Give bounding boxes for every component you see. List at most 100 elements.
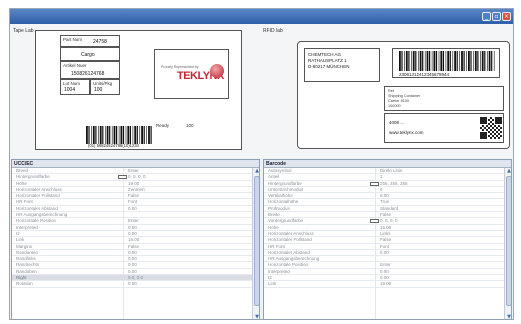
property-name: Vordergrundfarbe (268, 218, 304, 224)
property-value[interactable]: False (128, 244, 139, 250)
property-value[interactable]: 0.00 (128, 206, 137, 212)
title-bar[interactable]: _ ▫ × (10, 9, 513, 24)
scroll-up-icon[interactable]: ▲ (254, 168, 259, 174)
property-value[interactable]: 15.00 (380, 225, 391, 231)
color-swatch-icon[interactable] (370, 219, 379, 224)
property-name: Right (16, 275, 27, 281)
property-value[interactable]: Links (380, 231, 391, 237)
shipping-info-box[interactable]: Ref Shipping Container Carrier 8100 1000… (384, 86, 504, 111)
shipping-label-right[interactable]: CHEMTECH AG RATHAUSPLATZ 1 D-80217 MÜNCH… (297, 41, 510, 149)
address-block[interactable]: CHEMTECH AG RATHAUSPLATZ 1 D-80217 MÜNCH… (304, 48, 380, 82)
property-name: Vertikalhöhe (268, 193, 293, 199)
minimize-button[interactable]: _ (482, 12, 491, 21)
ready-value: 100 (186, 123, 194, 128)
property-name: Horizontaler Abstand (268, 249, 310, 255)
property-value[interactable]: 0.00 (380, 269, 389, 275)
property-name: Horizontale Position (268, 262, 309, 268)
scroll-up-icon[interactable]: ▲ (506, 168, 511, 174)
cargo-field[interactable]: Cargo (60, 47, 120, 61)
globe-logo-icon (210, 64, 224, 78)
barcode-left-text: (01) 56824524786(10)1234 (88, 143, 139, 148)
scroll-down-icon[interactable]: ▼ (506, 314, 511, 319)
property-value[interactable]: Enter (128, 168, 139, 174)
property-value[interactable]: 0.00 (128, 256, 137, 262)
property-value[interactable]: False (380, 237, 391, 243)
property-name: Horizontaler Füllstand (16, 193, 60, 199)
property-name: Horizontalhöhe (268, 199, 299, 205)
property-row[interactable]: Rotation 0.00 (12, 281, 252, 288)
close-button[interactable]: × (502, 12, 511, 21)
color-swatch-icon[interactable] (370, 181, 379, 186)
property-name: Link (16, 237, 25, 243)
property-name: Randrechts (16, 262, 40, 268)
property-value[interactable]: 8.00 (380, 193, 389, 199)
properties-panel-right[interactable]: Barcode Autosymbol Direkt Linie Anteil 1 Hin… (263, 159, 512, 320)
property-value[interactable]: 0.00 (128, 262, 137, 268)
property-value[interactable]: False (128, 193, 139, 199)
property-name: Randoben (16, 268, 37, 274)
right-scroll-thumb[interactable] (506, 176, 511, 306)
barcode-right-box[interactable]: 23061312412345678944 (392, 48, 500, 78)
property-name: Rotation (16, 281, 33, 287)
property-name: Breed (16, 168, 29, 173)
property-name: Höhe (268, 224, 279, 230)
property-value[interactable]: Enter (128, 218, 139, 224)
property-name: Interpreted (16, 224, 38, 230)
address-line-3: D-80217 MÜNCHEN (308, 64, 350, 69)
property-name: I2 (16, 230, 20, 236)
property-value[interactable]: 18.00 (380, 281, 391, 287)
qr-info-box[interactable]: 4008 ... www.teklynx.com (384, 113, 504, 143)
property-name: Horizontale Position (16, 218, 57, 224)
property-value[interactable]: 19.00 (128, 181, 139, 187)
color-swatch-icon[interactable] (118, 175, 127, 180)
shipping-label-left[interactable]: Part Num 24758 Cargo Artikel Nuer 150826… (35, 30, 242, 150)
left-scroll-thumb[interactable] (254, 176, 259, 306)
property-value[interactable]: Direkt Linie (380, 168, 403, 174)
property-name: Horizontaler Anschluss (16, 186, 62, 192)
property-value[interactable]: 0.00 (128, 250, 137, 256)
property-name: Horizontaler Füllstand (268, 237, 312, 243)
property-name: HR Font (16, 199, 33, 205)
lot-num-field[interactable]: Lot Num 1004 (60, 79, 90, 95)
property-value[interactable]: 0.00 (128, 281, 137, 287)
property-value[interactable]: 255, 255, 255 (380, 181, 408, 187)
property-value[interactable]: 0.00 (380, 250, 389, 256)
property-value[interactable]: 0.00 (128, 225, 137, 231)
property-value[interactable]: 0 (380, 187, 383, 193)
property-name: Anteil (268, 174, 280, 180)
property-value[interactable]: Zentriert (128, 187, 145, 193)
logo-box[interactable]: Proudly Represented by TEKLYNX (154, 49, 229, 99)
part-num-field[interactable]: Part Num 24758 (60, 35, 120, 47)
property-value[interactable]: 0.00 (128, 231, 137, 237)
property-value[interactable]: Enter (380, 262, 391, 268)
property-value[interactable]: True (380, 199, 389, 205)
property-value[interactable]: Font (380, 244, 389, 250)
property-value[interactable]: False (380, 212, 391, 218)
property-value[interactable]: Standard (380, 206, 398, 212)
barcode-left[interactable] (84, 126, 154, 144)
design-canvas[interactable]: Tape Lab RFID lab Part Num 24758 Cargo A… (10, 24, 513, 158)
left-scrollbar[interactable]: ▲ ▼ (252, 168, 259, 319)
left-label-section-title: Tape Lab (13, 28, 34, 34)
property-name: Hintergrundfarbe (16, 174, 50, 180)
property-value[interactable]: 0, 0, 0, 0 (128, 174, 146, 180)
properties-panel-left[interactable]: UCC/EC Breed Enter Hintergrundfarbe 0, 0, 0… (11, 159, 260, 320)
property-name: Link (268, 281, 277, 287)
units-pkg-field[interactable]: Units/Pkg 100 (90, 79, 120, 95)
property-value[interactable]: 0.00 (380, 275, 389, 281)
property-value[interactable]: Font (128, 199, 137, 205)
property-value[interactable]: 0.00 (128, 269, 137, 275)
property-value[interactable]: 0.0, 0.0 (128, 275, 143, 281)
scroll-down-icon[interactable]: ▼ (254, 314, 259, 319)
maximize-button[interactable]: ▫ (492, 12, 501, 21)
property-name: Höhe (16, 180, 27, 186)
qr-code-icon (480, 117, 502, 139)
property-value[interactable]: 1 (380, 174, 383, 180)
left-property-rows: Breed Enter Hintergrundfarbe 0, 0, 0, 0 Höhe… (12, 168, 252, 288)
property-name: Randunten (16, 249, 39, 255)
artikel-nummer-field[interactable]: Artikel Nuer 150826124768 (60, 61, 120, 79)
property-value[interactable]: 0, 0, 0, 0 (380, 218, 398, 224)
right-scrollbar[interactable]: ▲ ▼ (504, 168, 511, 319)
property-row[interactable]: Link 18.00 (264, 281, 504, 288)
property-value[interactable]: 18.00 (128, 237, 139, 243)
